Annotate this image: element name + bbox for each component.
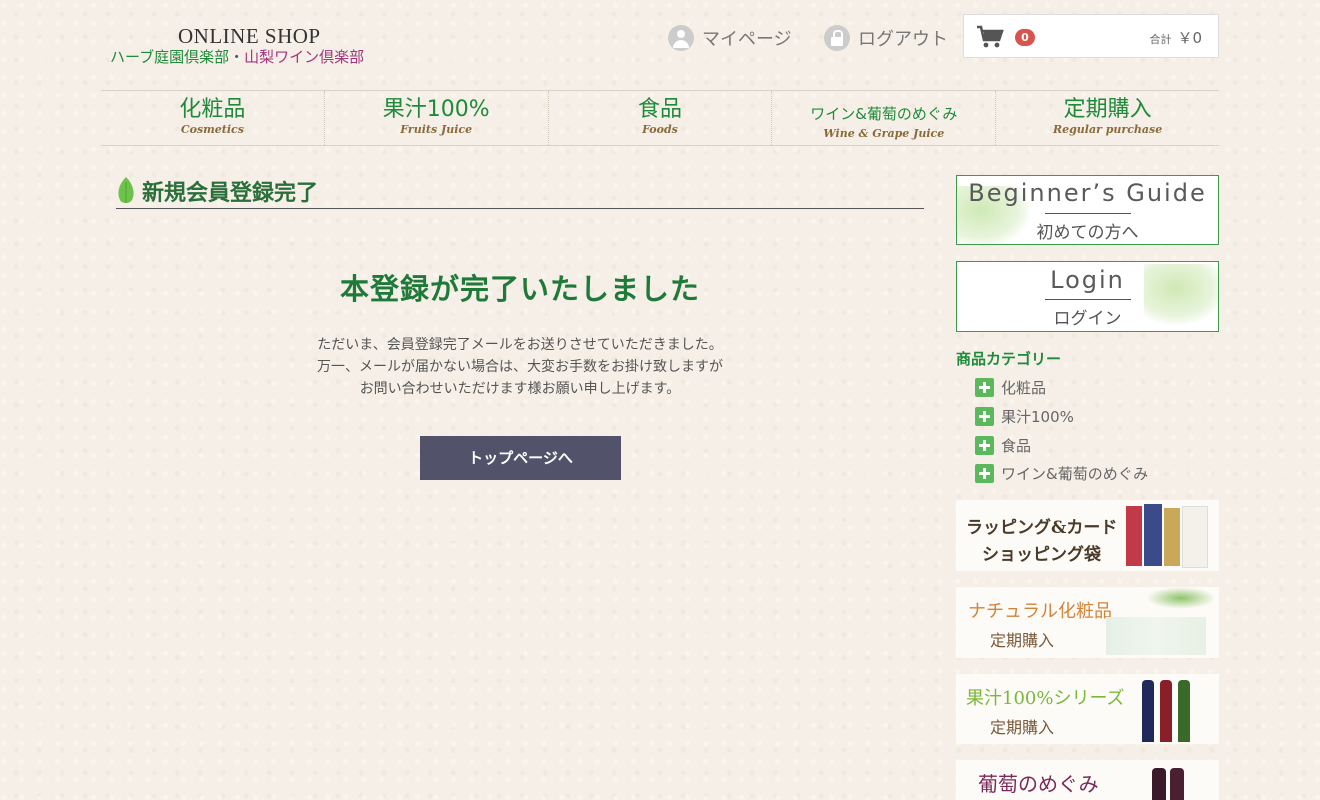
promo-line2: ショッピング袋 [982,545,1101,565]
category-title: 商品カテゴリー [956,350,1062,368]
mypage-link[interactable]: マイページ [668,25,792,51]
category-item-foods[interactable]: 食品 [975,435,1031,456]
nav-label: 定期購入 [1063,97,1152,122]
grape-banner[interactable]: 葡萄のめぐみ [956,760,1219,800]
banner-divider [1044,213,1131,214]
cart-icon [977,25,1004,48]
natural-cosmetics-banner[interactable]: ナチュラル化粧品 定期購入 [956,587,1219,658]
promo-line1: ナチュラル化粧品 [968,601,1112,622]
nav-label: 果汁100% [382,97,490,122]
logout-link[interactable]: ログアウト [824,25,948,51]
leaf-decoration [1146,587,1216,609]
cart-count-badge: 0 [1015,29,1035,46]
banner-title-en: Beginner’s Guide [968,179,1207,207]
gift-box-image [1144,504,1162,566]
completion-heading: 本登録が完了いたしました [339,272,700,306]
nav-item-wine[interactable]: ワイン&葡萄のめぐみ Wine & Grape Juice [772,91,997,145]
nav-item-regular-purchase[interactable]: 定期購入 Regular purchase [996,91,1219,145]
plus-icon [975,436,994,455]
nav-label: ワイン&葡萄のめぐみ [810,105,958,123]
category-item-wine[interactable]: ワイン&葡萄のめぐみ [975,463,1148,484]
promo-line1: 果汁100%シリーズ [966,688,1125,709]
logo-sub-wine: 山梨ワイン倶楽部 [244,48,365,66]
bottle-image [1152,768,1166,800]
category-item-cosmetics[interactable]: 化粧品 [975,377,1046,398]
nav-label: 食品 [637,97,682,122]
nav-sublabel: Fruits Juice [400,123,473,136]
person-icon [668,25,694,51]
bottle-image [1160,680,1172,742]
nav-sublabel: Foods [642,123,678,136]
cart-total-value: ￥0 [1177,29,1202,47]
cart-total: 合計 ￥0 [1149,27,1202,48]
banner-title-en: Login [1050,266,1125,294]
top-page-button[interactable]: トップページへ [420,436,621,480]
plus-icon [975,378,994,397]
banner-divider [1044,299,1131,300]
banner-title-jp: ログイン [1053,309,1122,329]
login-banner[interactable]: Login ログイン [956,261,1219,332]
promo-line2: 定期購入 [990,631,1055,650]
bottle-image [1142,680,1154,742]
promo-line2: 定期購入 [990,718,1055,737]
bottle-image [1178,680,1190,742]
juice-series-banner[interactable]: 果汁100%シリーズ 定期購入 [956,674,1219,744]
message-line: ただいま、会員登録完了メールをお送りさせていただきました。 [317,337,723,353]
nav-item-fruits-juice[interactable]: 果汁100% Fruits Juice [325,91,549,145]
beginners-guide-banner[interactable]: Beginner’s Guide 初めての方へ [956,175,1219,245]
leaf-icon [118,177,134,203]
plus-icon [975,407,994,426]
category-label: 化粧品 [1001,379,1047,397]
lock-icon [824,25,850,51]
promo-line1: 葡萄のめぐみ [978,772,1099,796]
section-title-text: 新規会員登録完了 [142,181,319,206]
gift-box-image [1164,508,1180,566]
logo-subtitle[interactable]: ハーブ庭園倶楽部・山梨ワイン倶楽部 [110,46,364,67]
section-title: 新規会員登録完了 [116,174,924,209]
completion-message: ただいま、会員登録完了メールをお送りさせていただきました。 万一、メールが届かな… [116,334,924,400]
nav-item-foods[interactable]: 食品 Foods [549,91,773,145]
logo-sub-herb: ハーブ庭園倶楽部 [110,48,230,66]
cart-total-label: 合計 [1149,33,1172,46]
main-nav: 化粧品 Cosmetics 果汁100% Fruits Juice 食品 Foo… [101,90,1219,146]
mypage-label: マイページ [702,29,792,50]
plus-icon [975,464,994,483]
cart-box[interactable]: 0 合計 ￥0 [963,14,1219,58]
nav-sublabel: Wine & Grape Juice [823,127,945,140]
cosmetics-product-image [1106,617,1206,655]
message-line: 万一、メールが届かない場合は、大変お手数をお掛け致しますが [317,359,723,375]
logout-label: ログアウト [858,29,948,50]
nav-sublabel: Cosmetics [180,123,244,136]
nav-item-cosmetics[interactable]: 化粧品 Cosmetics [101,91,325,145]
gift-box-image [1182,506,1208,568]
banner-title-jp: 初めての方へ [1036,223,1139,243]
gift-box-image [1126,506,1142,566]
category-label: 食品 [1001,437,1032,455]
nav-label: 化粧品 [179,97,246,122]
message-line: お問い合わせいただけます様お願い申し上げます。 [359,381,681,397]
category-item-juice[interactable]: 果汁100% [975,406,1074,427]
bottle-image [1170,768,1184,800]
nav-sublabel: Regular purchase [1052,123,1163,136]
promo-line1: ラッピング&カード [966,518,1118,538]
logo-sub-dot: ・ [229,48,245,66]
category-label: 果汁100% [1001,408,1074,426]
category-label: ワイン&葡萄のめぐみ [1001,465,1149,483]
wrapping-banner[interactable]: ラッピング&カード ショッピング袋 [956,500,1219,571]
